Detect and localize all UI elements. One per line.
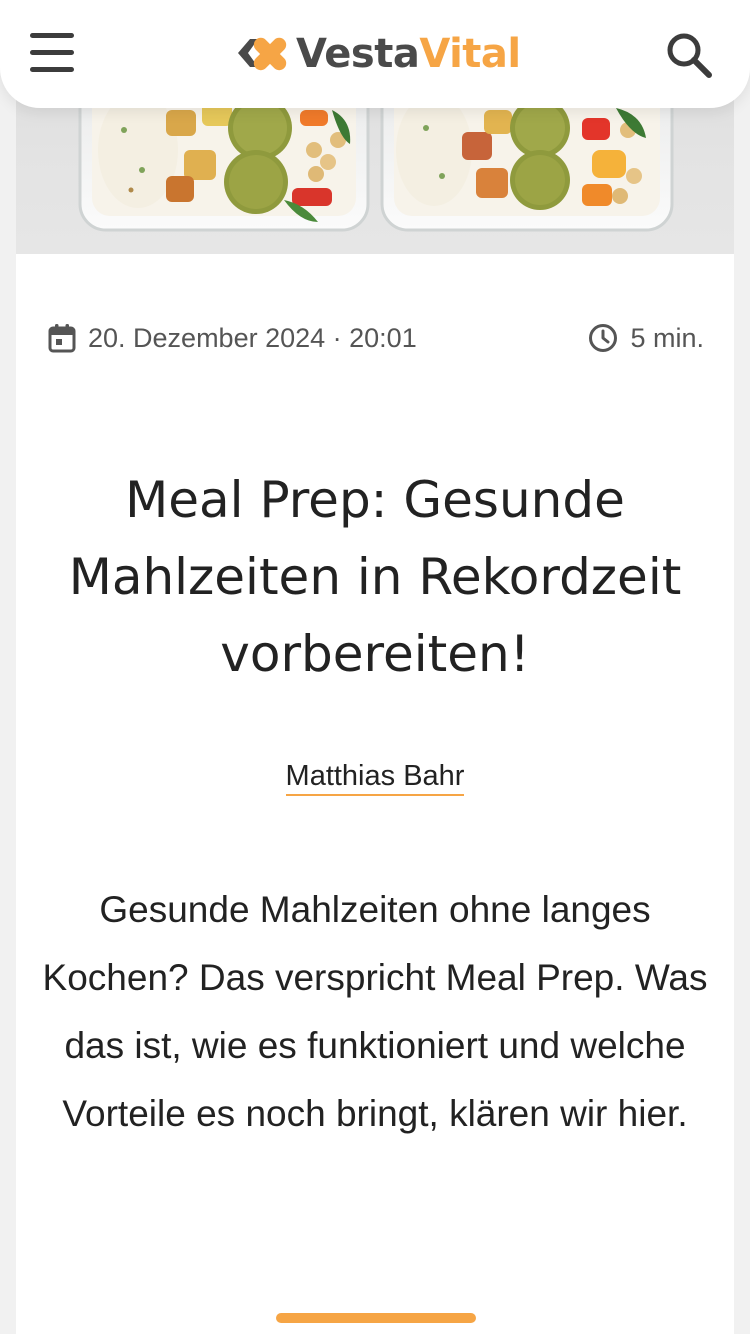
clock-icon [589,324,618,352]
publish-date: 20. Dezember 2024 · 20:01 [48,323,417,354]
reading-time: 5 min. [588,323,704,354]
logo-text-vesta: Vesta [296,31,420,77]
article-intro: Gesunde Mahlzeiten ohne langes Kochen? D… [42,889,708,1134]
accent-divider [276,1313,476,1323]
calendar-icon [48,324,76,353]
article-card: 20. Dezember 2024 · 20:01 5 min. Meal Pr… [16,254,734,1334]
hamburger-menu-icon[interactable] [28,30,76,76]
vestavital-logo-mark [238,37,287,71]
author-link[interactable]: Matthias Bahr [285,760,465,796]
author-byline: Matthias Bahr [16,760,734,796]
article-title: Meal Prep: Gesunde Mahlzeiten in Rekordz… [68,471,682,683]
reading-time-text: 5 min. [630,322,704,353]
site-logo[interactable]: VestaVital [236,28,521,80]
article-page: VestaVital 20. Dezember 2024 · 20:01 5 m… [0,0,750,1334]
publish-date-text: 20. Dezember 2024 · 20:01 [88,322,417,353]
search-icon[interactable] [664,30,714,80]
logo-text-vital: Vital [419,31,521,77]
article-meta: 20. Dezember 2024 · 20:01 5 min. [48,320,704,356]
site-header: VestaVital [0,0,750,108]
